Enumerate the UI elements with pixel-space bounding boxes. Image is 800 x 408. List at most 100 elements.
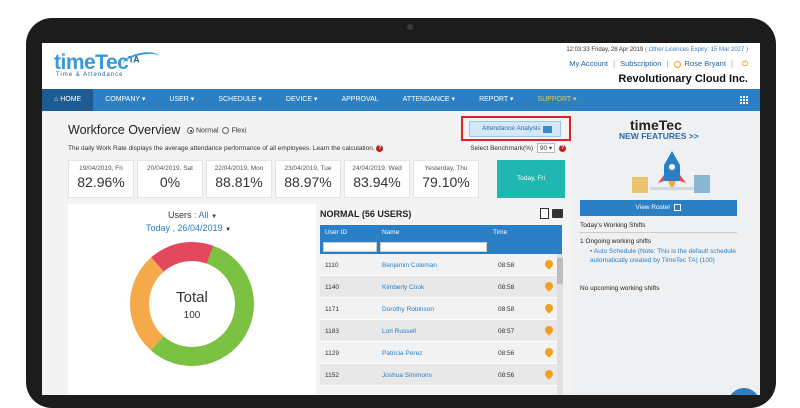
col-name[interactable]: Name: [382, 229, 399, 236]
nav-schedule[interactable]: SCHEDULE ▾: [206, 89, 274, 111]
camera-dot: [407, 24, 413, 30]
working-shifts-title: Today's Working Shifts: [580, 222, 646, 229]
rate-card[interactable]: 19/04/2019, Fri 82.96%: [68, 160, 134, 198]
table-scrollbar[interactable]: [557, 254, 563, 395]
date-label: Today , 26/04/2019: [146, 223, 223, 233]
card-value: 82.96%: [77, 174, 125, 190]
cell-time: 08:58: [498, 306, 515, 313]
table-row[interactable]: 1129 Patricia Perez 08:56: [320, 342, 562, 364]
attendance-donut-chart[interactable]: Total 100: [130, 242, 254, 366]
help-icon[interactable]: ?: [376, 145, 384, 152]
col-time[interactable]: Time: [493, 229, 507, 236]
app-screen: timeTecTA Time & Attendance 12:03:33 Fri…: [42, 43, 760, 395]
table-row[interactable]: 1140 Kimberly Cook 08:58: [320, 276, 562, 298]
cell-name[interactable]: Kimberly Cook: [382, 284, 424, 291]
power-icon[interactable]: ⏻: [742, 59, 748, 68]
date-filter[interactable]: Today , 26/04/2019 ▼: [146, 223, 231, 233]
rate-card[interactable]: 20/04/2019, Sat 0%: [137, 160, 203, 198]
rate-card[interactable]: 22/04/2019, Mon 88.81%: [206, 160, 272, 198]
nav-home-label: HOME: [60, 96, 82, 103]
new-features-link[interactable]: NEW FEATURES >>: [619, 131, 699, 141]
cell-id: 1110: [325, 262, 339, 269]
card-date: 19/04/2019, Fri: [79, 165, 123, 172]
nav-attendance[interactable]: ATTENDANCE ▾: [391, 89, 467, 111]
card-date: Yesterday, Thu: [424, 165, 468, 172]
location-pin-icon[interactable]: [543, 324, 555, 336]
nav-company[interactable]: COMPANY ▾: [93, 89, 157, 111]
cell-id: 1171: [325, 306, 339, 313]
table-row[interactable]: 1152 Joshua Simmons 08:56: [320, 364, 562, 386]
header-links: My Account | Subscription | Rose Bryant …: [569, 59, 748, 69]
view-roster-label: View Roster: [635, 204, 671, 211]
cell-id: 1140: [325, 284, 339, 291]
separator: |: [731, 59, 733, 68]
location-pin-icon[interactable]: [543, 302, 555, 314]
table-row[interactable]: 1110 Benjamin Coleman 08:58: [320, 254, 562, 276]
top-header: timeTecTA Time & Attendance 12:03:33 Fri…: [42, 43, 760, 89]
cell-name[interactable]: Patricia Perez: [382, 350, 422, 357]
filter-row: [320, 240, 562, 254]
user-name-link[interactable]: Rose Bryant: [685, 59, 726, 68]
app-grid-icon[interactable]: [740, 96, 748, 104]
nav-user[interactable]: USER ▾: [157, 89, 206, 111]
cell-name[interactable]: Joshua Simmons: [382, 372, 432, 379]
rate-card[interactable]: 23/04/2019, Tue 88.97%: [275, 160, 341, 198]
rate-card[interactable]: 24/04/2019, Wed 83.94%: [344, 160, 410, 198]
col-user-id[interactable]: User ID: [325, 229, 347, 236]
subscription-link[interactable]: Subscription: [620, 59, 661, 68]
location-pin-icon[interactable]: [543, 346, 555, 358]
benchmark-select[interactable]: 90 ▾: [536, 143, 556, 153]
datetime-text: 12:03:33 Friday, 28 Apr 2019: [566, 47, 644, 53]
nav-approval[interactable]: APPROVAL: [329, 89, 390, 111]
table-row[interactable]: 1171 Dorothy Robinson 08:58: [320, 298, 562, 320]
table-row[interactable]: 1183 Lori Russell 08:57: [320, 320, 562, 342]
document-icon[interactable]: [540, 208, 549, 219]
schedule-note: Auto Schedule (Note: This is the default…: [590, 248, 736, 264]
nav-home[interactable]: ⌂ HOME: [42, 89, 94, 111]
benchmark-select-wrap: Select Benchmark(%) 90 ▾ ?: [470, 143, 566, 153]
license-text: ( Other Licences Expiry: 15 Mar 2027 ): [644, 47, 748, 53]
scrollbar-thumb[interactable]: [557, 258, 563, 284]
name-filter-input[interactable]: [380, 242, 487, 252]
cell-name[interactable]: Benjamin Coleman: [382, 262, 437, 269]
separator: |: [666, 59, 669, 68]
users-filter[interactable]: Users : All ▼: [168, 210, 217, 220]
users-panel: Users : All ▼ Today , 26/04/2019 ▼ Total…: [68, 204, 316, 395]
schedule-link[interactable]: • Auto Schedule (Note: This is the defau…: [590, 248, 738, 265]
location-pin-icon[interactable]: [543, 368, 555, 380]
attendance-analysis-button[interactable]: Attendance Analysis: [469, 121, 561, 137]
nav-device[interactable]: DEVICE ▾: [274, 89, 330, 111]
card-date: 23/04/2019, Tue: [284, 165, 332, 172]
my-account-link[interactable]: My Account: [569, 59, 608, 68]
radio-flexi-label: Flexi: [231, 127, 247, 135]
nav-report[interactable]: REPORT ▾: [467, 89, 525, 111]
calendar-icon: [674, 203, 682, 211]
separator: |: [613, 59, 616, 68]
logo[interactable]: timeTecTA Time & Attendance: [54, 49, 162, 78]
location-pin-icon[interactable]: [543, 258, 555, 270]
print-icon[interactable]: [552, 209, 563, 218]
card-value: 0%: [159, 174, 181, 190]
cell-name[interactable]: Dorothy Robinson: [382, 306, 434, 313]
cell-time: 08:56: [498, 372, 515, 379]
radio-flexi[interactable]: [222, 127, 230, 134]
radio-normal[interactable]: [187, 127, 194, 134]
org-name: Revolutionary Cloud Inc.: [618, 73, 748, 85]
table-header: User ID Name Time: [320, 225, 562, 240]
card-value: 88.81%: [215, 174, 263, 190]
card-date: 22/04/2019, Mon: [214, 165, 264, 172]
radio-normal-label: Normal: [196, 127, 219, 135]
cell-name[interactable]: Lori Russell: [382, 328, 416, 335]
description: The daily Work Rate displays the average…: [68, 145, 384, 152]
nav-support[interactable]: SUPPORT ▾: [525, 89, 588, 111]
view-roster-button[interactable]: View Roster: [580, 200, 737, 216]
divider: [580, 232, 737, 233]
benchmark-help-icon[interactable]: ?: [559, 144, 566, 152]
user-id-filter-input[interactable]: [323, 242, 377, 252]
page-title: Workforce Overview: [68, 123, 181, 137]
logo-text: timeTec: [54, 51, 129, 74]
today-button[interactable]: Today, Fri: [497, 160, 565, 198]
users-label: Users: [168, 210, 192, 220]
location-pin-icon[interactable]: [543, 280, 555, 292]
rate-card[interactable]: Yesterday, Thu 79.10%: [413, 160, 479, 198]
